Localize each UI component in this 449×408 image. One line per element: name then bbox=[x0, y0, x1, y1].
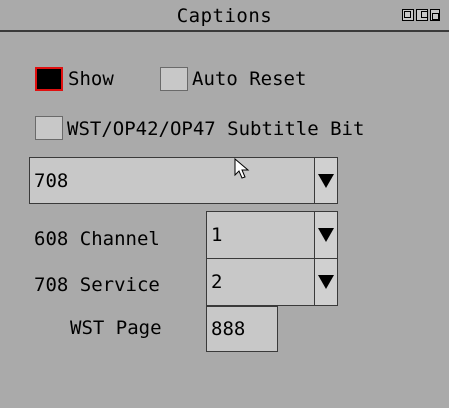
608-channel-value: 1 bbox=[211, 224, 223, 246]
title-bar: Captions bbox=[0, 0, 449, 32]
auto-reset-label: Auto Reset bbox=[192, 68, 307, 90]
caption-type-value: 708 bbox=[34, 169, 69, 192]
chevron-down-icon[interactable] bbox=[314, 158, 337, 203]
subtitle-bit-label: WST/OP42/OP47 Subtitle Bit bbox=[67, 118, 365, 140]
window-title: Captions bbox=[176, 5, 273, 27]
608-channel-dropdown[interactable]: 1 bbox=[206, 211, 338, 259]
show-label: Show bbox=[68, 68, 114, 90]
chevron-down-icon[interactable] bbox=[314, 212, 337, 258]
708-service-label: 708 Service bbox=[34, 274, 160, 296]
608-channel-label: 608 Channel bbox=[34, 228, 160, 250]
chevron-down-icon[interactable] bbox=[314, 259, 337, 305]
wst-page-input[interactable]: 888 bbox=[206, 306, 278, 352]
wst-page-label: WST Page bbox=[70, 317, 162, 339]
show-checkbox[interactable] bbox=[35, 67, 63, 91]
wst-page-value: 888 bbox=[211, 318, 246, 340]
restore-icon[interactable] bbox=[402, 9, 414, 21]
tile-icon[interactable] bbox=[416, 9, 428, 21]
auto-reset-checkbox[interactable] bbox=[160, 67, 188, 91]
caption-type-dropdown[interactable]: 708 bbox=[29, 157, 338, 204]
subtitle-bit-checkbox[interactable] bbox=[35, 116, 63, 140]
captions-panel: Captions Show Auto Reset WST/OP42/OP47 S… bbox=[0, 0, 449, 408]
708-service-value: 2 bbox=[211, 271, 223, 293]
mouse-pointer-icon bbox=[234, 158, 250, 179]
close-icon[interactable] bbox=[430, 9, 440, 21]
708-service-dropdown[interactable]: 2 bbox=[206, 258, 338, 306]
